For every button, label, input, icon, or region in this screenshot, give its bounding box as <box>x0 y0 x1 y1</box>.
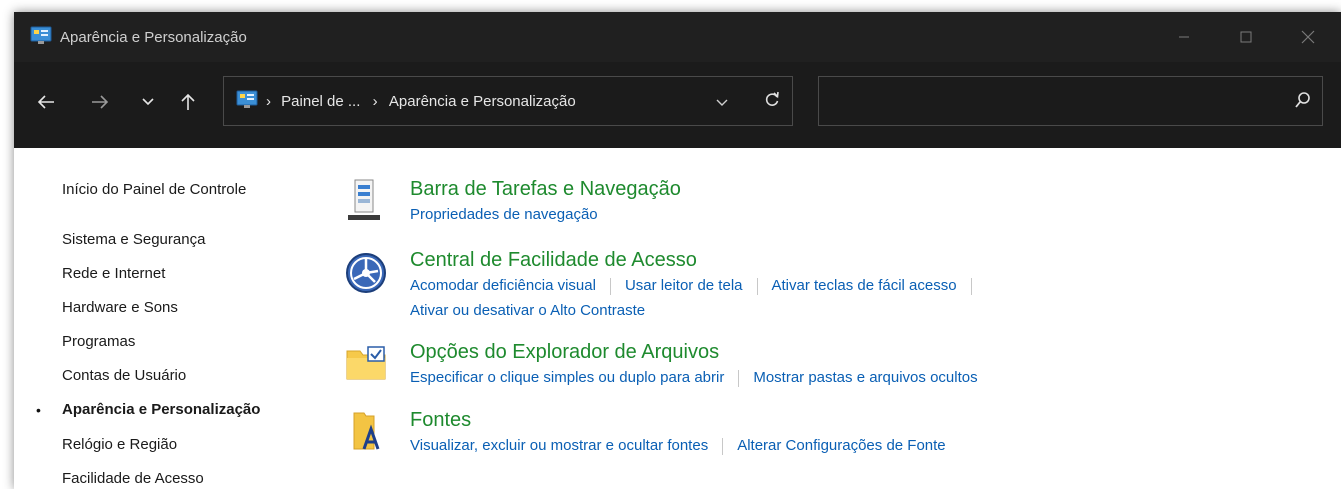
sidebar-item-user-accounts[interactable]: Contas de Usuário <box>62 367 186 384</box>
category-links: Ativar ou desativar o Alto Contraste <box>410 302 645 319</box>
sidebar-item-hardware[interactable]: Hardware e Sons <box>62 299 178 316</box>
link-accommodate-visual[interactable]: Acomodar deficiência visual <box>410 277 596 294</box>
ease-of-access-icon <box>346 253 386 293</box>
refresh-button[interactable] <box>764 90 780 113</box>
fonts-icon <box>353 412 380 450</box>
taskbar-icon <box>348 179 380 220</box>
link-separator <box>756 277 758 295</box>
link-high-contrast[interactable]: Ativar ou desativar o Alto Contraste <box>410 302 645 319</box>
control-panel-icon <box>30 26 52 44</box>
link-click-options[interactable]: Especificar o clique simples ou duplo pa… <box>410 369 724 386</box>
sidebar-item-network[interactable]: Rede e Internet <box>62 265 165 282</box>
back-button[interactable] <box>32 88 60 116</box>
link-sticky-keys[interactable]: Ativar teclas de fácil acesso <box>772 277 957 294</box>
category-title[interactable]: Barra de Tarefas e Navegação <box>410 178 681 201</box>
refresh-icon <box>765 91 779 106</box>
breadcrumb-item-current[interactable]: Aparência e Personalização <box>389 93 576 110</box>
sidebar-item-clock-region[interactable]: Relógio e Região <box>62 436 177 453</box>
link-screen-reader[interactable]: Usar leitor de tela <box>625 277 743 294</box>
category-title[interactable]: Central de Facilidade de Acesso <box>410 249 697 272</box>
sidebar-item-system-security[interactable]: Sistema e Segurança <box>62 231 205 248</box>
recent-locations-button[interactable] <box>134 88 162 116</box>
forward-button[interactable] <box>86 88 114 116</box>
up-arrow-icon <box>181 93 195 110</box>
category-links: Visualizar, excluir ou mostrar e ocultar… <box>410 437 946 455</box>
search-icon <box>1295 92 1310 108</box>
minimize-button[interactable] <box>1161 12 1207 62</box>
breadcrumb-item-control-panel[interactable]: Painel de ... <box>281 93 360 110</box>
link-navigation-properties[interactable]: Propriedades de navegação <box>410 206 598 223</box>
forward-arrow-icon <box>92 95 109 109</box>
breadcrumb-separator[interactable]: › <box>266 93 271 110</box>
category-links: Acomodar deficiência visual Usar leitor d… <box>410 277 986 295</box>
control-panel-window: Aparência e Personalização › Painel de .… <box>14 12 1341 489</box>
navigation-bar: › Painel de ... › Aparência e Personaliz… <box>14 62 1341 148</box>
sidebar-item-home[interactable]: Início do Painel de Controle <box>62 181 246 198</box>
breadcrumb: › Painel de ... › Aparência e Personaliz… <box>266 93 576 110</box>
link-separator <box>722 437 724 455</box>
sidebar-item-appearance: Aparência e Personalização <box>62 401 261 418</box>
address-dropdown-button[interactable] <box>716 94 728 112</box>
title-bar[interactable]: Aparência e Personalização <box>14 12 1341 62</box>
close-button[interactable] <box>1285 12 1331 62</box>
address-bar[interactable]: › Painel de ... › Aparência e Personaliz… <box>223 76 793 126</box>
link-separator <box>609 277 611 295</box>
minimize-icon <box>1179 36 1189 38</box>
category-title[interactable]: Opções do Explorador de Arquivos <box>410 341 719 364</box>
window-title: Aparência e Personalização <box>60 29 247 46</box>
search-box[interactable] <box>818 76 1323 126</box>
up-button[interactable] <box>174 88 202 116</box>
link-hidden-files[interactable]: Mostrar pastas e arquivos ocultos <box>753 369 977 386</box>
category-links: Propriedades de navegação <box>410 206 598 223</box>
close-icon <box>1301 30 1315 44</box>
maximize-icon <box>1240 31 1252 43</box>
breadcrumb-separator[interactable]: › <box>373 93 378 110</box>
chevron-down-icon <box>142 98 154 106</box>
sidebar-item-ease-of-access[interactable]: Facilidade de Acesso <box>62 470 204 487</box>
chevron-down-icon <box>716 99 728 106</box>
current-item-bullet: • <box>36 402 41 418</box>
control-panel-icon <box>236 90 258 108</box>
link-separator <box>970 277 972 295</box>
sidebar-item-programs[interactable]: Programas <box>62 333 135 350</box>
category-title[interactable]: Fontes <box>410 409 471 432</box>
category-links: Especificar o clique simples ou duplo pa… <box>410 369 978 387</box>
link-separator <box>738 369 740 387</box>
maximize-button[interactable] <box>1223 12 1269 62</box>
sidebar: Início do Painel de Controle Sistema e S… <box>14 148 334 489</box>
link-font-settings[interactable]: Alterar Configurações de Fonte <box>737 437 945 454</box>
link-view-fonts[interactable]: Visualizar, excluir ou mostrar e ocultar… <box>410 437 708 454</box>
search-input[interactable] <box>827 89 1281 115</box>
back-arrow-icon <box>37 95 54 109</box>
folder-options-icon <box>346 346 386 380</box>
